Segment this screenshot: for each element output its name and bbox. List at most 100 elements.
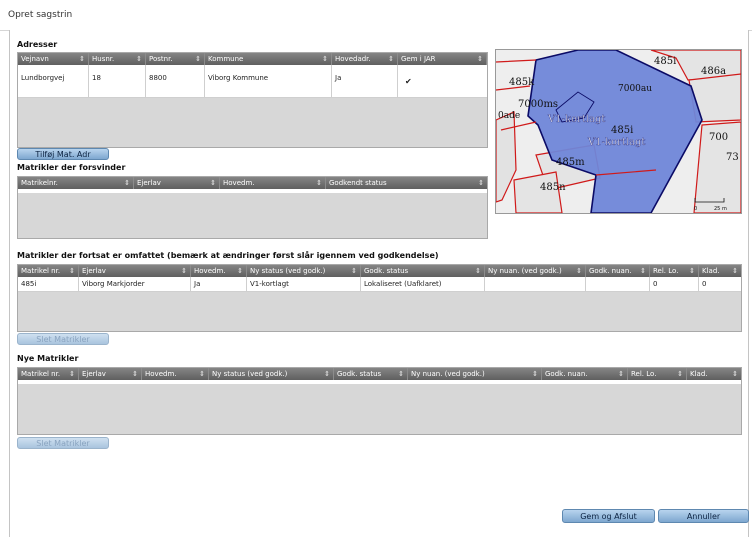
column-header-hovedadr[interactable]: Hovedadr. ⇕ (332, 53, 398, 65)
map-label: 7000au (618, 84, 652, 94)
column-header-ny-status[interactable]: Ny status (ved godk.) ⇕ (247, 265, 361, 277)
column-header-klad[interactable]: Klad. ⇕ (699, 265, 741, 277)
section-title-forsvinder: Matrikler der forsvinder (17, 163, 126, 172)
cell-gem-i-jar: ✔ (398, 65, 487, 97)
table-row[interactable]: Lundborgvej 18 8800 Viborg Kommune Ja ✔ (18, 65, 487, 98)
map-label: 485n (540, 182, 566, 193)
column-header-rel-lo[interactable]: Rel. Lo. ⇕ (628, 368, 687, 380)
map-label: V1-kortlagt (547, 114, 605, 125)
column-header-klad[interactable]: Klad. ⇕ (687, 368, 741, 380)
map-label: 0ade (498, 111, 520, 121)
delete-matrikler-button[interactable]: Slet Matrikler (17, 333, 109, 345)
column-header-matrikel-nr[interactable]: Matrikel nr. ⇕ (18, 368, 79, 380)
delete-nye-matrikler-button[interactable]: Slet Matrikler (17, 437, 109, 449)
sort-icon: ⇕ (618, 370, 624, 378)
map-label: V1-kortlagt (587, 137, 645, 148)
column-header-godk-status[interactable]: Godk. status ⇕ (361, 265, 485, 277)
section-title-adresser: Adresser (17, 40, 58, 49)
sort-icon: ⇕ (195, 55, 201, 63)
sort-icon: ⇕ (388, 55, 394, 63)
column-header-matrikel-nr[interactable]: Matrikel nr. ⇕ (18, 265, 79, 277)
fortsat-grid: Matrikel nr. ⇕ Ejerlav ⇕ Hovedm. ⇕ Ny statu… (17, 264, 742, 332)
sort-icon: ⇕ (199, 370, 205, 378)
map-canvas: 485i 486a 485k 7000au 7000ms V1-kortlagt… (496, 50, 741, 213)
cell-vejnavn: Lundborgvej (18, 65, 89, 97)
cell-godk-status: Lokaliseret (Uafklaret) (361, 277, 485, 291)
sort-icon: ⇕ (475, 267, 481, 275)
sort-icon: ⇕ (478, 179, 484, 187)
column-header-rel-lo[interactable]: Rel. Lo. ⇕ (650, 265, 699, 277)
column-header-ny-nuan[interactable]: Ny nuan. (ved godk.) ⇕ (485, 265, 586, 277)
column-header-ejerlav[interactable]: Ejerlav ⇕ (79, 368, 142, 380)
map-label: 485i (611, 125, 633, 136)
map-label: 485i (654, 56, 676, 67)
cell-ejerlav: Viborg Markjorder (79, 277, 191, 291)
column-header-ny-nuan[interactable]: Ny nuan. (ved godk.) ⇕ (408, 368, 542, 380)
table-row[interactable]: 485i Viborg Markjorder Ja V1-kortlagt Lo… (18, 277, 741, 292)
fortsat-grid-header: Matrikel nr. ⇕ Ejerlav ⇕ Hovedm. ⇕ Ny statu… (18, 265, 741, 277)
cell-hovedm: Ja (191, 277, 247, 291)
cell-rel-lo: 0 (650, 277, 699, 291)
column-header-hovedm[interactable]: Hovedm. ⇕ (191, 265, 247, 277)
sort-icon: ⇕ (69, 370, 75, 378)
sort-icon: ⇕ (136, 55, 142, 63)
add-mat-adr-button[interactable]: Tilføj Mat. Adr (17, 148, 109, 160)
sort-icon: ⇕ (640, 267, 646, 275)
sort-icon: ⇕ (132, 370, 138, 378)
column-header-kommune[interactable]: Kommune ⇕ (205, 53, 332, 65)
column-header-matrikelnr[interactable]: Matrikelnr. ⇕ (18, 177, 134, 189)
column-header-ny-status[interactable]: Ny status (ved godk.) ⇕ (209, 368, 334, 380)
window-title: Opret sagstrin (8, 10, 73, 20)
column-header-vejnavn[interactable]: Vejnavn ⇕ (18, 53, 89, 65)
sort-icon: ⇕ (324, 370, 330, 378)
nye-grid-header: Matrikel nr. ⇕ Ejerlav ⇕ Hovedm. ⇕ Ny statu… (18, 368, 741, 380)
column-header-godk-nuan[interactable]: Godk. nuan. ⇕ (542, 368, 628, 380)
cell-hovedadr: Ja (332, 65, 398, 97)
scale-right: 25 m (714, 206, 727, 212)
cell-kommune: Viborg Kommune (205, 65, 332, 97)
sort-icon: ⇕ (732, 370, 738, 378)
sort-icon: ⇕ (398, 370, 404, 378)
scale-left: 0 (694, 206, 697, 212)
cell-matrikel-nr: 485i (18, 277, 79, 291)
column-header-gem-i-jar[interactable]: Gem i JAR ⇕ (398, 53, 487, 65)
column-header-ejerlav[interactable]: Ejerlav ⇕ (134, 177, 220, 189)
cell-klad: 0 (702, 280, 707, 288)
save-and-close-button[interactable]: Gem og Afslut (562, 509, 655, 523)
column-header-godk-status[interactable]: Godk. status ⇕ (334, 368, 408, 380)
column-header-godkendt-status[interactable]: Godkendt status ⇕ (326, 177, 487, 189)
sort-icon: ⇕ (210, 179, 216, 187)
column-header-hovedm[interactable]: Hovedm. ⇕ (220, 177, 326, 189)
column-header-godk-nuan[interactable]: Godk. nuan. ⇕ (586, 265, 650, 277)
gem-i-jar-checkbox[interactable]: ✔ (405, 78, 413, 86)
map-view[interactable]: 485i 486a 485k 7000au 7000ms V1-kortlagt… (495, 49, 742, 214)
empty-row (18, 380, 741, 384)
cell-postnr: 8800 (146, 65, 205, 97)
window-titlebar: Opret sagstrin (0, 0, 752, 31)
column-header-husnr[interactable]: Husnr. ⇕ (89, 53, 146, 65)
empty-row (18, 189, 487, 193)
cell-ny-status: V1-kortlagt (247, 277, 361, 291)
sort-icon: ⇕ (732, 267, 738, 275)
sort-icon: ⇕ (351, 267, 357, 275)
sort-icon: ⇕ (181, 267, 187, 275)
column-header-hovedm[interactable]: Hovedm. ⇕ (142, 368, 209, 380)
map-label: 486a (701, 66, 726, 77)
column-header-postnr[interactable]: Postnr. ⇕ (146, 53, 205, 65)
cell-ny-nuan (485, 277, 586, 291)
sort-icon: ⇕ (689, 267, 695, 275)
nye-grid: Matrikel nr. ⇕ Ejerlav ⇕ Hovedm. ⇕ Ny statu… (17, 367, 742, 435)
sort-icon: ⇕ (576, 267, 582, 275)
map-label: 485m (556, 157, 585, 168)
sort-icon: ⇕ (69, 267, 75, 275)
sort-icon: ⇕ (322, 55, 328, 63)
cancel-button[interactable]: Annuller (658, 509, 749, 523)
adresser-grid: Vejnavn ⇕ Husnr. ⇕ Postnr. ⇕ Kommune ⇕ Hoved… (17, 52, 488, 148)
adresser-grid-header: Vejnavn ⇕ Husnr. ⇕ Postnr. ⇕ Kommune ⇕ Hoved… (18, 53, 487, 65)
sort-icon: ⇕ (316, 179, 322, 187)
sort-icon: ⇕ (237, 267, 243, 275)
map-label: 700 (709, 132, 728, 143)
forsvinder-grid-header: Matrikelnr. ⇕ Ejerlav ⇕ Hovedm. ⇕ Godkendt … (18, 177, 487, 189)
column-header-ejerlav[interactable]: Ejerlav ⇕ (79, 265, 191, 277)
cell-husnr: 18 (89, 65, 146, 97)
